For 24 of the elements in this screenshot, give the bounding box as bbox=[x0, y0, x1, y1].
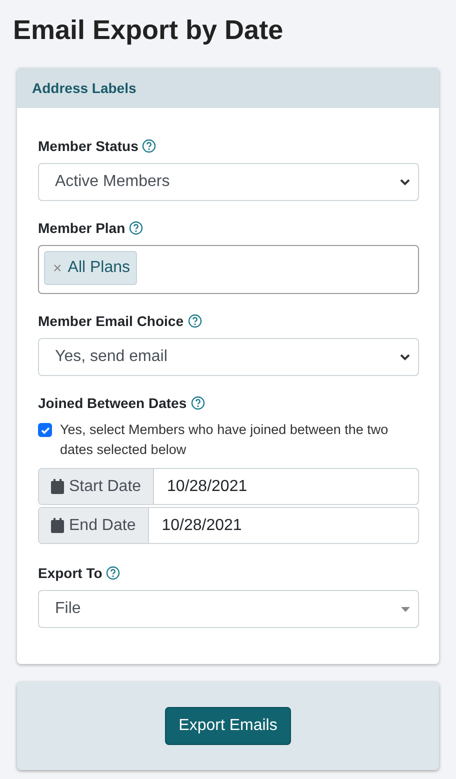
check-icon bbox=[40, 426, 50, 434]
checkbox-label: Yes, select Members who have joined between the two dates selected below bbox=[60, 421, 390, 459]
tag-input-field[interactable]: × All Plans bbox=[38, 245, 419, 294]
help-icon[interactable] bbox=[106, 566, 120, 580]
select-field[interactable]: Yes, send email bbox=[38, 338, 419, 376]
select-field[interactable]: File bbox=[38, 590, 419, 628]
field-label: Member Plan bbox=[38, 220, 126, 236]
tag-label: All Plans bbox=[68, 259, 130, 277]
export-button[interactable]: Export Emails bbox=[164, 707, 292, 745]
help-icon[interactable] bbox=[190, 396, 205, 410]
select-field[interactable]: Active Members bbox=[38, 163, 419, 201]
checkbox[interactable] bbox=[38, 423, 52, 437]
caret-icon bbox=[401, 606, 410, 612]
chevron-down-icon bbox=[400, 354, 410, 360]
help-icon[interactable] bbox=[188, 314, 202, 328]
field-label: Member Email Choice bbox=[38, 313, 184, 329]
help-icon[interactable] bbox=[129, 221, 144, 235]
field-label: Member Status bbox=[38, 138, 138, 154]
page-title: Email Export by Date bbox=[13, 14, 284, 46]
help-icon[interactable] bbox=[142, 139, 156, 153]
field-label: Joined Between Dates bbox=[38, 395, 187, 411]
chevron-down-icon bbox=[400, 178, 410, 186]
field-label: Export To bbox=[38, 565, 102, 581]
card-header: Address Labels bbox=[17, 68, 439, 108]
